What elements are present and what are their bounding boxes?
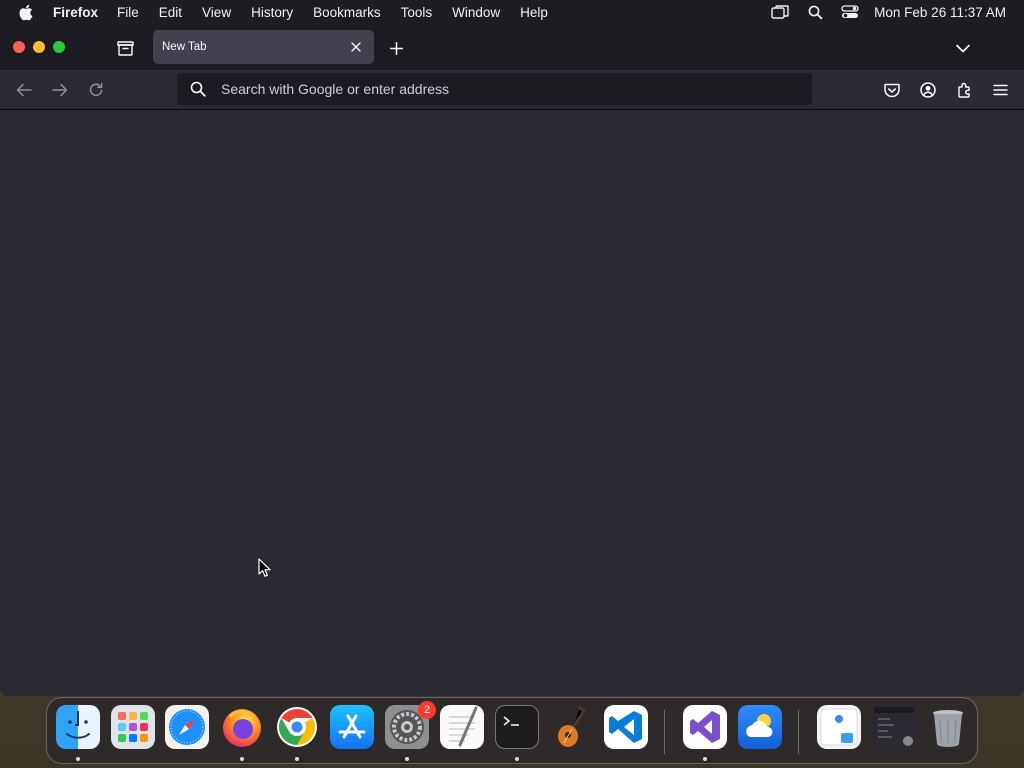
minimized-window-icon[interactable]: [872, 705, 916, 749]
trash-icon[interactable]: [926, 705, 970, 749]
textedit-icon[interactable]: [440, 705, 484, 749]
firefox-window: New Tab: [0, 24, 1024, 696]
screen-mirroring-icon[interactable]: [769, 0, 791, 24]
extensions-icon[interactable]: [954, 80, 974, 100]
firefox-view-icon[interactable]: [115, 38, 135, 58]
control-center-icon[interactable]: [839, 0, 861, 24]
vscode-icon[interactable]: [604, 705, 648, 749]
firefox-icon[interactable]: [220, 705, 264, 749]
menu-app-name[interactable]: Firefox: [53, 5, 98, 20]
settings-badge: 2: [418, 701, 436, 719]
garageband-icon[interactable]: [550, 705, 594, 749]
menu-help[interactable]: Help: [520, 5, 548, 20]
menu-bar: Firefox File Edit View History Bookmarks…: [0, 0, 1024, 24]
app-store-icon[interactable]: [330, 705, 374, 749]
address-input[interactable]: [221, 81, 812, 97]
tab-title: New Tab: [162, 41, 207, 53]
menu-window[interactable]: Window: [452, 5, 500, 20]
menu-view[interactable]: View: [202, 5, 231, 20]
window-close-button[interactable]: [13, 41, 25, 53]
terminal-icon[interactable]: [495, 705, 539, 749]
downloads-stack-icon[interactable]: [817, 705, 861, 749]
apple-menu-icon[interactable]: [18, 0, 36, 24]
pocket-icon[interactable]: [882, 80, 902, 100]
menu-history[interactable]: History: [251, 5, 293, 20]
launchpad-icon[interactable]: [111, 705, 155, 749]
window-fullscreen-button[interactable]: [53, 41, 65, 53]
page-content[interactable]: [0, 111, 1024, 696]
spotlight-search-icon[interactable]: [804, 0, 826, 24]
safari-icon[interactable]: [165, 705, 209, 749]
window-minimize-button[interactable]: [33, 41, 45, 53]
menu-edit[interactable]: Edit: [159, 5, 182, 20]
search-icon: [189, 80, 207, 98]
forward-icon[interactable]: [50, 80, 70, 100]
menu-tools[interactable]: Tools: [401, 5, 433, 20]
system-settings-icon[interactable]: 2: [385, 701, 436, 749]
tab-new-tab[interactable]: New Tab: [153, 30, 374, 64]
menu-file[interactable]: File: [117, 5, 139, 20]
menu-bookmarks[interactable]: Bookmarks: [313, 5, 381, 20]
tab-strip: New Tab: [0, 24, 1024, 70]
navigation-toolbar: [0, 70, 1024, 110]
url-bar[interactable]: [177, 73, 812, 105]
application-menu-icon[interactable]: [990, 80, 1010, 100]
dock: 2: [46, 697, 978, 764]
mouse-cursor-icon: [258, 558, 272, 578]
chrome-icon[interactable]: [275, 705, 319, 749]
back-icon[interactable]: [14, 80, 34, 100]
visual-studio-icon[interactable]: [683, 705, 727, 749]
menubar-clock[interactable]: Mon Feb 26 11:37 AM: [874, 5, 1006, 20]
finder-icon[interactable]: [56, 705, 100, 749]
reload-icon[interactable]: [86, 80, 106, 100]
tab-close-icon[interactable]: [346, 37, 366, 57]
weather-icon[interactable]: [738, 705, 782, 749]
new-tab-button[interactable]: [386, 38, 406, 58]
account-icon[interactable]: [918, 80, 938, 100]
list-all-tabs-button[interactable]: [953, 38, 973, 58]
